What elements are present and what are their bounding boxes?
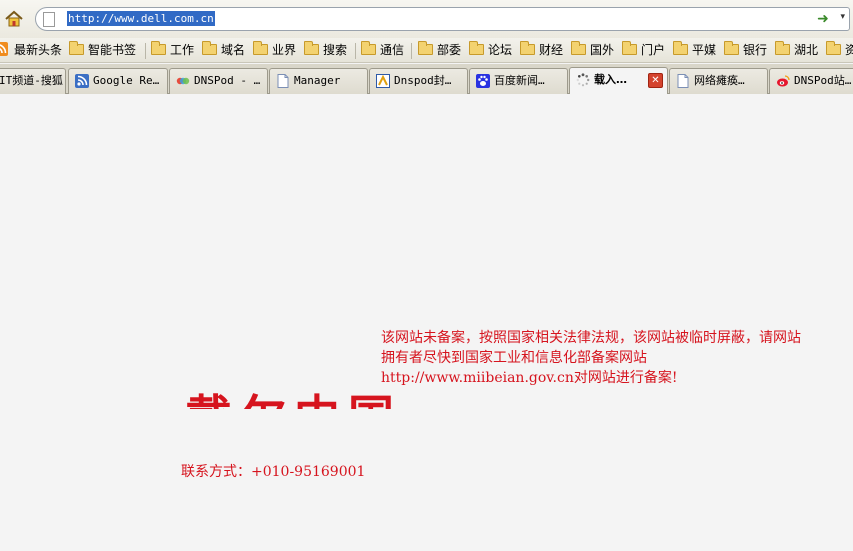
bookmark-label: 论坛 — [488, 43, 513, 57]
folder-icon — [202, 41, 217, 55]
bookmark-label: 域名 — [221, 43, 246, 57]
bookmark-folder[interactable]: 国外 — [571, 41, 615, 59]
loading-spinner-icon — [576, 73, 590, 87]
home-button[interactable] — [4, 9, 24, 29]
bookmark-label: 最新头条 — [14, 43, 63, 57]
bookmark-folder[interactable]: 业界 — [253, 41, 297, 59]
close-tab-icon[interactable]: ✕ — [648, 73, 663, 88]
folder-icon — [775, 41, 790, 55]
tab-label: DNSPod - … — [194, 74, 261, 87]
folder-icon — [69, 41, 84, 55]
tab[interactable]: Dnspod封… — [369, 68, 468, 94]
tab-label: Dnspod封… — [394, 74, 452, 87]
tab-label: DNSPod站… — [794, 74, 852, 87]
bookmark-label: 门户 — [641, 43, 666, 57]
bookmark-label: 智能书签 — [88, 43, 137, 57]
tab[interactable]: Google Re… — [68, 68, 168, 94]
tab-label: Google Re… — [93, 74, 160, 87]
folder-icon — [571, 41, 586, 55]
url-input[interactable]: http://www.dell.com.cn — [67, 11, 215, 26]
bookmark-separator — [411, 43, 412, 59]
tab[interactable]: IT频道-搜狐 — [0, 68, 66, 94]
folder-icon — [361, 41, 376, 55]
bookmark-label: 业界 — [272, 43, 297, 57]
tab-active[interactable]: 载入… ✕ — [569, 67, 668, 94]
bookmark-folder[interactable]: 门户 — [622, 41, 666, 59]
bookmark-label: 部委 — [437, 43, 462, 57]
bookmark-label: 搜索 — [323, 43, 348, 57]
bookmark-label: 财经 — [539, 43, 564, 57]
home-icon — [5, 10, 23, 27]
bookmark-label: 银行 — [743, 43, 768, 57]
folder-icon — [724, 41, 739, 55]
folder-icon — [253, 41, 268, 55]
bookmark-label: 工作 — [170, 43, 195, 57]
bookmark-folder[interactable]: 平媒 — [673, 41, 717, 59]
bookmark-folder[interactable]: 域名 — [202, 41, 246, 59]
folder-icon — [418, 41, 433, 55]
bookmark-folder[interactable]: 工作 — [151, 41, 195, 59]
bookmark-folder[interactable]: 通信 — [361, 41, 405, 59]
bookmarks-toolbar: 最新头条 智能书签 工作 域名 业界 搜索 通信 部委 论坛 财经 国外 门户 … — [0, 38, 853, 63]
tab-strip: IT频道-搜狐 Google Re… DNSPod - … Manager Dn… — [0, 64, 853, 94]
navigation-toolbar: http://www.dell.com.cn ➜ ▾ — [0, 0, 853, 38]
bookmark-folder[interactable]: 部委 — [418, 41, 462, 59]
tab[interactable]: 网络瘫痪… — [669, 68, 768, 94]
rss-icon — [75, 74, 89, 88]
folder-icon — [304, 41, 319, 55]
weibo-icon — [777, 75, 790, 87]
bookmark-label: 平媒 — [692, 43, 717, 57]
folder-icon — [673, 41, 688, 55]
rss-icon — [0, 42, 8, 56]
bookmark-separator — [145, 43, 146, 59]
tab[interactable]: DNSPod - … — [169, 68, 268, 94]
bookmark-item[interactable]: 最新头条 — [0, 42, 62, 59]
bookmark-label: 通信 — [380, 43, 405, 57]
icp-notice-text: 该网站未备案，按照国家相关法律法规，该网站被临时屏蔽，请网站拥有者尽快到国家工业… — [381, 330, 801, 386]
bookmark-folder[interactable]: 银行 — [724, 41, 768, 59]
page-icon — [277, 74, 289, 88]
tab-label: 载入… — [594, 73, 627, 86]
bookmark-folder[interactable]: 智能书签 — [69, 41, 137, 59]
bookmark-folder[interactable]: 财经 — [520, 41, 564, 59]
bookmark-folder[interactable]: 湖北 — [775, 41, 819, 59]
url-dropdown-icon[interactable]: ▾ — [840, 12, 845, 22]
tab[interactable]: DNSPod站… — [769, 68, 853, 94]
folder-icon — [151, 41, 166, 55]
bookmark-label: 湖北 — [794, 43, 819, 57]
page-icon — [677, 74, 689, 88]
dnspod-icon — [176, 77, 190, 85]
tab-label: Manager — [294, 74, 341, 87]
tab-label: IT频道-搜狐 — [0, 74, 63, 87]
tab-label: 网络瘫痪… — [694, 74, 745, 87]
bookmark-folder[interactable]: 论坛 — [469, 41, 513, 59]
bookmark-label: 资 — [845, 43, 853, 57]
address-bar[interactable]: http://www.dell.com.cn ➜ ▾ — [35, 7, 850, 31]
page-icon — [43, 12, 55, 27]
folder-icon — [826, 41, 841, 55]
tab[interactable]: Manager — [269, 68, 368, 94]
tab[interactable]: 百度新闻… — [469, 68, 568, 94]
folder-icon — [622, 41, 637, 55]
baidu-paw-icon — [476, 74, 490, 88]
news-icon — [376, 74, 390, 88]
contact-info: 联系方式：+010-95169001 — [181, 464, 366, 480]
bookmark-folder[interactable]: 资 — [826, 41, 853, 59]
bookmark-label: 国外 — [590, 43, 615, 57]
bookmark-folder[interactable]: 搜索 — [304, 41, 348, 59]
go-arrow-icon[interactable]: ➜ — [815, 11, 831, 27]
page-content: 该网站未备案，按照国家相关法律法规，该网站被临时屏蔽，请网站拥有者尽快到国家工业… — [0, 95, 853, 551]
folder-icon — [469, 41, 484, 55]
bookmark-separator — [355, 43, 356, 59]
page-title: 戴尔中国 — [186, 387, 402, 409]
tab-label: 百度新闻… — [494, 74, 545, 87]
folder-icon — [520, 41, 535, 55]
